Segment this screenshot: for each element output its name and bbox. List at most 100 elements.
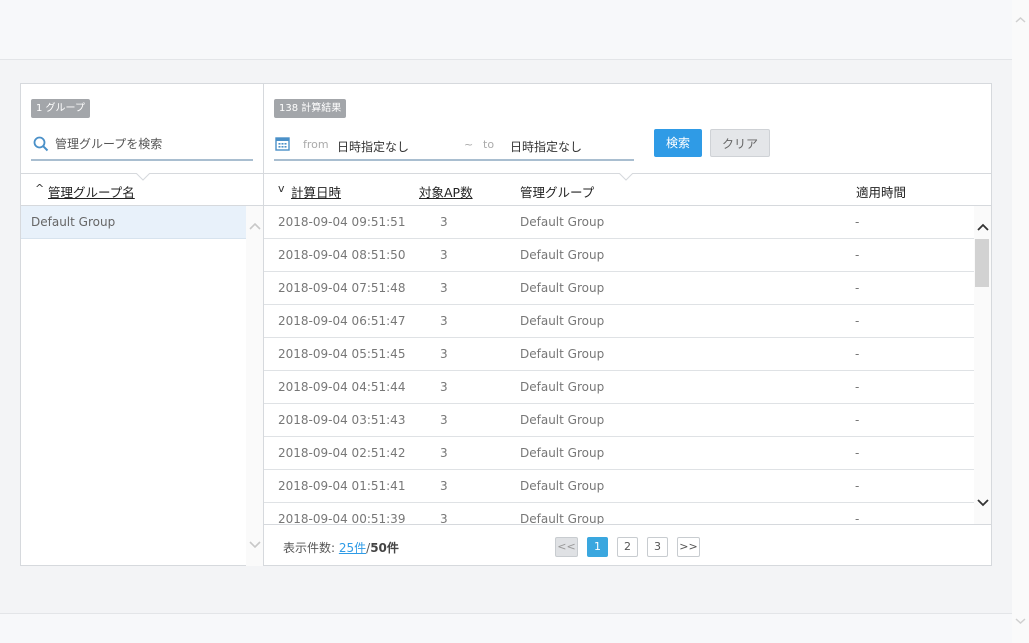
cell-datetime: 2018-09-04 02:51:42 (278, 446, 406, 460)
cell-group: Default Group (520, 281, 605, 295)
cell-applied-time: - (855, 446, 860, 460)
table-row[interactable]: 2018-09-04 08:51:50 3 Default Group - (264, 239, 974, 272)
cell-datetime: 2018-09-04 03:51:43 (278, 413, 406, 427)
page-button-1[interactable]: 1 (587, 537, 608, 557)
cell-datetime: 2018-09-04 08:51:50 (278, 248, 406, 262)
cell-applied-time: - (855, 248, 860, 262)
cell-applied-time: - (855, 479, 860, 493)
cell-datetime: 2018-09-04 01:51:41 (278, 479, 406, 493)
header-notch-icon (136, 173, 150, 181)
page-button-2[interactable]: 2 (617, 537, 638, 557)
cell-ap-count: 3 (440, 281, 448, 295)
date-to-value[interactable]: 日時指定なし (510, 138, 582, 155)
date-to-label: to (483, 138, 495, 151)
page-size-option[interactable]: 50件 (370, 541, 399, 555)
cell-datetime: 2018-09-04 09:51:51 (278, 215, 406, 229)
sort-ascending-icon[interactable]: ^ (35, 182, 44, 195)
table-row[interactable]: 2018-09-04 02:51:42 3 Default Group - (264, 437, 974, 470)
cell-applied-time: - (855, 380, 860, 394)
bottom-footer-bar (0, 613, 1012, 643)
cell-group: Default Group (520, 215, 605, 229)
table-row[interactable]: 2018-09-04 05:51:45 3 Default Group - (264, 338, 974, 371)
cell-group: Default Group (520, 248, 605, 262)
cell-datetime: 2018-09-04 06:51:47 (278, 314, 406, 328)
scroll-up-icon[interactable] (1015, 16, 1026, 27)
column-header-mgmt-group: 管理グループ (520, 185, 595, 200)
cell-group: Default Group (520, 479, 605, 493)
group-search-field[interactable] (31, 129, 253, 161)
scrollbar-thumb[interactable] (975, 239, 989, 287)
cell-group: Default Group (520, 380, 605, 394)
cell-ap-count: 3 (440, 512, 448, 524)
cell-ap-count: 3 (440, 347, 448, 361)
scroll-down-icon[interactable] (974, 496, 991, 510)
group-search-input[interactable] (55, 135, 245, 153)
cell-applied-time: - (855, 413, 860, 427)
column-header-calc-datetime[interactable]: 計算日時 (291, 182, 341, 201)
cell-ap-count: 3 (440, 413, 448, 427)
calendar-icon[interactable] (275, 136, 290, 151)
clear-button[interactable]: クリア (710, 129, 770, 157)
page-button-3[interactable]: 3 (647, 537, 668, 557)
results-table-body: 2018-09-04 09:51:51 3 Default Group - 20… (264, 206, 974, 524)
cell-datetime: 2018-09-04 05:51:45 (278, 347, 406, 361)
scroll-up-icon[interactable] (974, 220, 991, 234)
date-range-field[interactable]: from 日時指定なし ~ to 日時指定なし (274, 129, 634, 161)
cell-group: Default Group (520, 512, 605, 524)
cell-ap-count: 3 (440, 446, 448, 460)
scroll-up-icon[interactable] (246, 219, 263, 233)
results-panel: 138 計算結果 from 日時指定なし ~ to 日時指定なし 検索 クリア … (263, 83, 992, 566)
table-row[interactable]: 2018-09-04 03:51:43 3 Default Group - (264, 404, 974, 437)
cell-ap-count: 3 (440, 248, 448, 262)
results-scrollbar[interactable] (974, 206, 991, 524)
cell-ap-count: 3 (440, 215, 448, 229)
last-page-button[interactable]: >> (677, 537, 700, 557)
date-from-value[interactable]: 日時指定なし (337, 138, 409, 155)
group-table-header: ^ 管理グループ名 (21, 173, 263, 206)
cell-applied-time: - (855, 347, 860, 361)
results-table-header: v 計算日時 対象AP数 管理グループ 適用時間 (264, 173, 991, 206)
table-row[interactable]: 2018-09-04 00:51:39 3 Default Group - (264, 503, 974, 524)
header-notch-icon (619, 173, 633, 181)
scroll-down-icon[interactable] (1015, 617, 1026, 628)
date-from-label: from (303, 138, 329, 151)
cell-datetime: 2018-09-04 04:51:44 (278, 380, 406, 394)
page-size-caption: 表示件数: (283, 541, 336, 555)
table-row[interactable]: 2018-09-04 09:51:51 3 Default Group - (264, 206, 974, 239)
cell-applied-time: - (855, 281, 860, 295)
page-size-link[interactable]: 25件 (339, 541, 366, 555)
result-count-badge: 138 計算結果 (274, 99, 347, 118)
group-count-badge: 1 グループ (31, 99, 90, 118)
first-page-button[interactable]: << (555, 537, 578, 557)
group-list-scrollbar[interactable] (246, 206, 263, 566)
table-row[interactable]: 2018-09-04 04:51:44 3 Default Group - (264, 371, 974, 404)
column-header-target-ap-count[interactable]: 対象AP数 (419, 182, 473, 201)
cell-datetime: 2018-09-04 00:51:39 (278, 512, 406, 524)
table-row[interactable]: 2018-09-04 07:51:48 3 Default Group - (264, 272, 974, 305)
results-footer: 表示件数: 25件/50件 << 1 2 3 >> (264, 524, 991, 566)
cell-group: Default Group (520, 314, 605, 328)
page-size-label: 表示件数: 25件/50件 (283, 539, 399, 556)
cell-applied-time: - (855, 512, 860, 524)
cell-datetime: 2018-09-04 07:51:48 (278, 281, 406, 295)
table-row[interactable]: 2018-09-04 01:51:41 3 Default Group - (264, 470, 974, 503)
cell-group: Default Group (520, 446, 605, 460)
sort-descending-icon[interactable]: v (278, 182, 285, 195)
cell-group: Default Group (520, 413, 605, 427)
search-button[interactable]: 検索 (654, 129, 702, 157)
cell-ap-count: 3 (440, 314, 448, 328)
table-row[interactable]: 2018-09-04 06:51:47 3 Default Group - (264, 305, 974, 338)
cell-group: Default Group (520, 347, 605, 361)
cell-applied-time: - (855, 314, 860, 328)
column-header-applied-time: 適用時間 (856, 185, 907, 200)
scroll-down-icon[interactable] (246, 538, 263, 552)
page-scrollbar[interactable] (1012, 0, 1029, 643)
cell-applied-time: - (855, 215, 860, 229)
search-icon (33, 136, 49, 152)
group-panel: 1 グループ ^ 管理グループ名 Default Group (20, 83, 264, 566)
column-header-group-name[interactable]: 管理グループ名 (48, 182, 135, 201)
top-header-bar (0, 0, 1012, 60)
date-separator: ~ (464, 138, 474, 151)
group-list-item[interactable]: Default Group (21, 206, 246, 239)
cell-ap-count: 3 (440, 479, 448, 493)
